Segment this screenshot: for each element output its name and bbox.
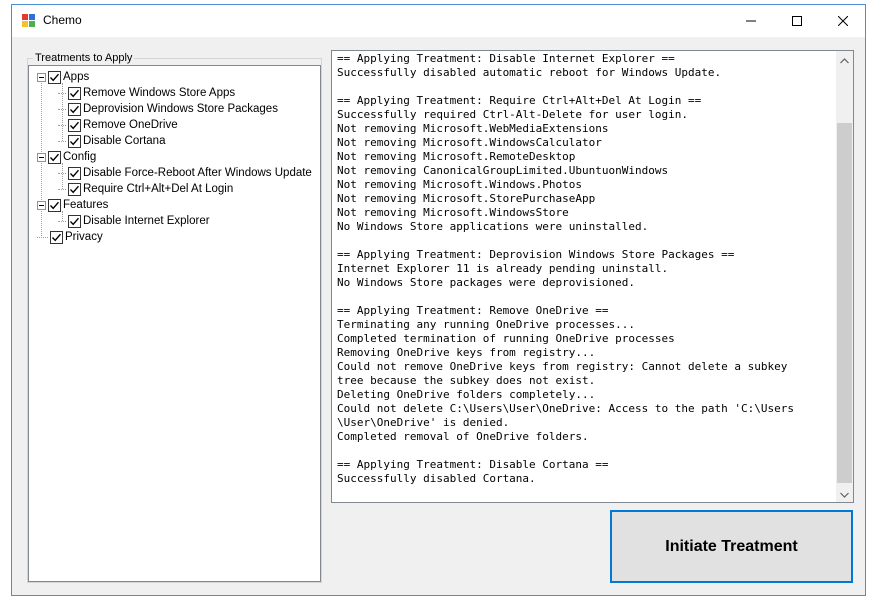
tree-node-label: Deprovision Windows Store Packages (83, 103, 278, 115)
tree-checkbox[interactable] (48, 150, 61, 164)
log-line: Not removing CanonicalGroupLimited.Ubunt… (337, 164, 669, 177)
tree-node[interactable]: Remove OneDrive (58, 117, 178, 133)
chemo-app-icon (21, 13, 37, 29)
log-line: == Applying Treatment: Deprovision Windo… (337, 248, 735, 261)
log-line: Could not remove OneDrive keys from regi… (337, 360, 788, 373)
tree-checkbox[interactable] (68, 214, 81, 228)
tree-checkbox[interactable] (68, 182, 81, 196)
tree-node[interactable]: Apps (37, 69, 89, 85)
log-line: Internet Explorer 11 is already pending … (337, 262, 669, 275)
minimize-icon (746, 16, 756, 26)
log-line: tree because the subkey does not exist. (337, 374, 596, 387)
log-line: == Applying Treatment: Disable Cortana =… (337, 458, 609, 471)
log-scrollbar[interactable] (836, 51, 853, 502)
tree-checkbox[interactable] (48, 198, 61, 212)
maximize-button[interactable] (774, 5, 820, 37)
tree-node[interactable]: Disable Cortana (58, 133, 165, 149)
log-line: No Windows Store packages were deprovisi… (337, 276, 636, 289)
log-line: \User\OneDrive' is denied. (337, 416, 510, 429)
tree-node[interactable]: Config (37, 149, 96, 165)
log-line: Successfully required Ctrl-Alt-Delete fo… (337, 108, 688, 121)
tree-checkbox[interactable] (68, 102, 81, 116)
scroll-thumb[interactable] (837, 123, 852, 483)
tree-node-label: Apps (63, 71, 90, 83)
main-window: Chemo Treatments to Apply Apps Remove Win… (11, 4, 866, 596)
tree-node[interactable]: Privacy (37, 229, 103, 245)
minimize-button[interactable] (728, 5, 774, 37)
tree-checkbox[interactable] (48, 70, 61, 84)
treatments-groupbox: Treatments to Apply Apps Remove Windows S… (27, 52, 322, 583)
tree-node[interactable]: Disable Force-Reboot After Windows Updat… (58, 165, 312, 181)
log-line: Completed removal of OneDrive folders. (337, 430, 589, 443)
log-line: Not removing Microsoft.StorePurchaseApp (337, 192, 596, 205)
treatments-tree[interactable]: Apps Remove Windows Store Apps Deprovision… (28, 65, 321, 582)
log-line: Not removing Microsoft.WebMediaExtension… (337, 122, 609, 135)
log-line: Not removing Microsoft.Windows.Photos (337, 178, 583, 191)
tree-node-label: Disable Force-Reboot After Windows Updat… (83, 167, 312, 179)
log-line: Could not delete C:\Users\User\OneDrive:… (337, 402, 794, 415)
tree-node[interactable]: Remove Windows Store Apps (58, 85, 235, 101)
tree-node-label: Disable Cortana (83, 135, 166, 147)
scroll-up-button[interactable] (836, 51, 853, 68)
chevron-up-icon (840, 51, 849, 69)
window-title: Chemo (43, 13, 82, 27)
close-icon (838, 16, 848, 26)
log-line: Deleting OneDrive folders completely... (337, 388, 596, 401)
log-line: == Applying Treatment: Disable Internet … (337, 52, 675, 65)
tree-node-label: Disable Internet Explorer (83, 215, 210, 227)
scroll-down-button[interactable] (836, 485, 853, 502)
tree-node[interactable]: Features (37, 197, 108, 213)
log-line: Not removing Microsoft.RemoteDesktop (337, 150, 576, 163)
log-line: Completed termination of running OneDriv… (337, 332, 675, 345)
treatments-group-label: Treatments to Apply (33, 52, 135, 65)
tree-node[interactable]: Require Ctrl+Alt+Del At Login (58, 181, 233, 197)
log-line: == Applying Treatment: Require Ctrl+Alt+… (337, 94, 702, 107)
tree-checkbox[interactable] (68, 166, 81, 180)
close-button[interactable] (820, 5, 866, 37)
log-line: No Windows Store applications were unins… (337, 220, 649, 233)
title-bar[interactable]: Chemo (12, 5, 865, 37)
tree-node-label: Features (63, 199, 109, 211)
tree-node-label: Config (63, 151, 97, 163)
chevron-down-icon (840, 485, 849, 503)
log-text: == Applying Treatment: Disable Internet … (337, 52, 832, 486)
collapse-icon[interactable] (37, 152, 46, 162)
log-line: Successfully disabled automatic reboot f… (337, 66, 722, 79)
log-line: Successfully disabled Cortana. (337, 472, 536, 485)
maximize-icon (792, 16, 802, 26)
tree-node-label: Remove OneDrive (83, 119, 178, 131)
initiate-treatment-button[interactable]: Initiate Treatment (610, 510, 853, 583)
tree-node-label: Remove Windows Store Apps (83, 87, 236, 99)
log-output[interactable]: == Applying Treatment: Disable Internet … (331, 50, 854, 503)
tree-node[interactable]: Disable Internet Explorer (58, 213, 210, 229)
log-line: Not removing Microsoft.WindowsCalculator (337, 136, 602, 149)
tree-node[interactable]: Deprovision Windows Store Packages (58, 101, 278, 117)
log-line: Not removing Microsoft.WindowsStore (337, 206, 569, 219)
tree-node-label: Require Ctrl+Alt+Del At Login (83, 183, 234, 195)
collapse-icon[interactable] (37, 72, 46, 82)
collapse-icon[interactable] (37, 200, 46, 210)
tree-checkbox[interactable] (68, 86, 81, 100)
tree-node-label: Privacy (65, 231, 103, 243)
tree-checkbox[interactable] (50, 230, 63, 244)
log-line: == Applying Treatment: Remove OneDrive =… (337, 304, 609, 317)
log-line: Removing OneDrive keys from registry... (337, 346, 596, 359)
tree-checkbox[interactable] (68, 118, 81, 132)
tree-checkbox[interactable] (68, 134, 81, 148)
log-line: Terminating any running OneDrive process… (337, 318, 636, 331)
